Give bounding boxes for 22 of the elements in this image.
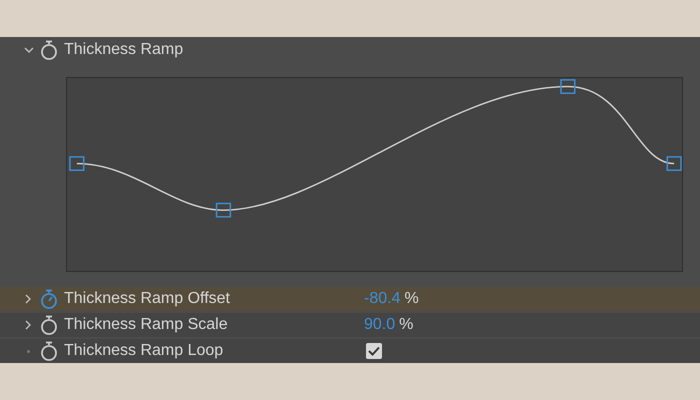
stopwatch-icon[interactable] <box>40 40 58 60</box>
unit-label: % <box>404 289 419 309</box>
effect-title: Thickness Ramp <box>64 40 184 60</box>
property-row[interactable]: Thickness Ramp Offset -80.4 % <box>0 287 700 311</box>
property-label: Thickness Ramp Scale <box>64 315 229 335</box>
curve-handle[interactable] <box>560 79 576 94</box>
curve-handle[interactable] <box>666 156 682 171</box>
checkmark-icon <box>368 346 380 356</box>
property-label: Thickness Ramp Loop <box>64 341 224 361</box>
property-row[interactable]: Thickness Ramp Scale 90.0 % <box>0 313 700 337</box>
checkbox[interactable] <box>366 343 382 359</box>
stopwatch-icon[interactable] <box>40 315 58 335</box>
property-label: Thickness Ramp Offset <box>64 289 231 309</box>
curve-handle[interactable] <box>216 202 232 218</box>
chevron-right-icon[interactable] <box>23 294 33 304</box>
curve-handle[interactable] <box>69 156 84 171</box>
property-row[interactable]: Thickness Ramp Loop <box>0 339 700 363</box>
chevron-down-icon[interactable] <box>24 45 34 55</box>
chevron-right-icon[interactable] <box>23 320 33 330</box>
stopwatch-icon[interactable] <box>40 341 58 361</box>
stopwatch-icon[interactable] <box>40 289 58 309</box>
unit-label: % <box>399 315 414 335</box>
